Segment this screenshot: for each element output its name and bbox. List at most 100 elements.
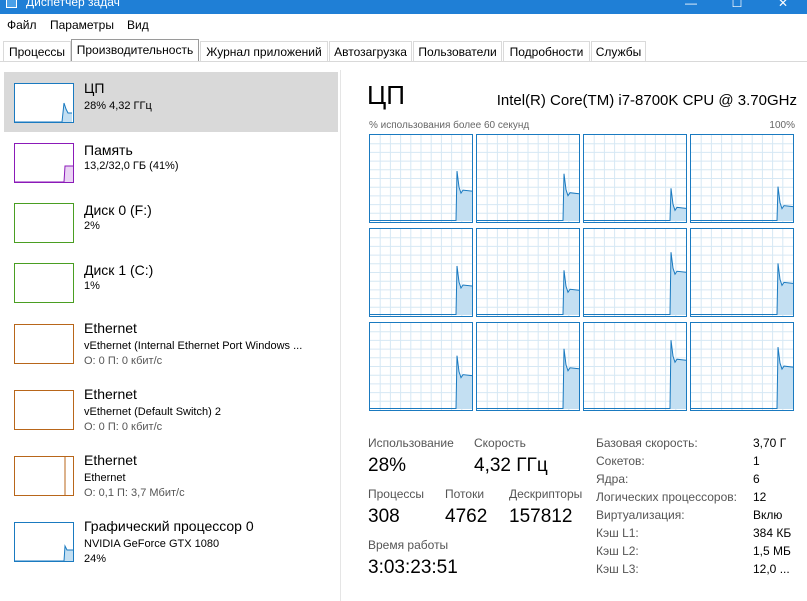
info-key-base-speed: Базовая скорость: bbox=[596, 436, 698, 450]
close-button[interactable]: ✕ bbox=[760, 0, 806, 10]
core-graph bbox=[583, 228, 687, 317]
resource-item-ethernet-2[interactable]: Ethernet vEthernet (Default Switch) 2 О:… bbox=[4, 380, 338, 442]
threads-label: Потоки bbox=[445, 487, 485, 501]
info-value-virtualization: Вклю bbox=[753, 508, 783, 522]
resource-item-memory[interactable]: Память 13,2/32,0 ГБ (41%) bbox=[4, 132, 338, 192]
resource-item-gpu[interactable]: Графический процессор 0 NVIDIA GeForce G… bbox=[4, 512, 338, 574]
info-key-l2-cache: Кэш L2: bbox=[596, 544, 639, 558]
resource-detail: Ethernet bbox=[84, 472, 126, 484]
minimize-button[interactable]: — bbox=[668, 0, 714, 10]
resource-item-cpu[interactable]: ЦП 28% 4,32 ГГц bbox=[4, 72, 338, 132]
resource-detail: 2% bbox=[84, 220, 100, 232]
resource-item-ethernet-1[interactable]: Ethernet vEthernet (Internal Ethernet Po… bbox=[4, 314, 338, 376]
info-key-l1-cache: Кэш L1: bbox=[596, 526, 639, 540]
window-title: Диспетчер задач bbox=[26, 0, 120, 9]
resource-name: Графический процессор 0 bbox=[84, 518, 254, 534]
menu-file[interactable]: Файл bbox=[7, 18, 37, 32]
resource-name: Ethernet bbox=[84, 386, 137, 402]
disk-graph-icon bbox=[14, 263, 74, 303]
title-bar: Диспетчер задач — ☐ ✕ bbox=[0, 0, 807, 14]
usage-label: Использование bbox=[368, 436, 454, 450]
menu-options[interactable]: Параметры bbox=[50, 18, 114, 32]
menu-view[interactable]: Вид bbox=[127, 18, 149, 32]
resource-throughput: О: 0,1 П: 3,7 Мбит/с bbox=[84, 487, 185, 499]
tab-performance[interactable]: Производительность bbox=[71, 39, 199, 61]
info-value-base-speed: 3,70 Г bbox=[753, 436, 787, 450]
speed-value: 4,32 ГГц bbox=[474, 455, 548, 476]
tab-bar: Процессы Производительность Журнал прило… bbox=[0, 38, 807, 62]
core-graph-grid bbox=[369, 134, 805, 412]
core-graph bbox=[690, 134, 794, 223]
tab-users[interactable]: Пользователи bbox=[413, 41, 502, 61]
tab-startup[interactable]: Автозагрузка bbox=[329, 41, 412, 61]
core-graph bbox=[583, 134, 687, 223]
maximize-button[interactable]: ☐ bbox=[714, 0, 760, 10]
processes-label: Процессы bbox=[368, 487, 425, 501]
handles-label: Дескрипторы bbox=[509, 487, 583, 501]
core-graph bbox=[369, 322, 473, 411]
cpu-detail-panel: ЦП Intel(R) Core(TM) i7-8700K CPU @ 3.70… bbox=[341, 62, 807, 601]
resource-item-disk-1[interactable]: Диск 1 (C:) 1% bbox=[4, 252, 338, 312]
core-graph bbox=[369, 228, 473, 317]
uptime-label: Время работы bbox=[368, 538, 449, 552]
info-key-virtualization: Виртуализация: bbox=[596, 508, 685, 522]
core-graph bbox=[690, 228, 794, 317]
menu-bar: Файл Параметры Вид bbox=[0, 14, 807, 38]
graph-caption: % использования более 60 секунд bbox=[369, 120, 530, 131]
tab-processes[interactable]: Процессы bbox=[3, 41, 71, 61]
resource-detail: NVIDIA GeForce GTX 1080 bbox=[84, 538, 220, 550]
info-key-l3-cache: Кэш L3: bbox=[596, 562, 639, 576]
resource-name: Ethernet bbox=[84, 452, 137, 468]
gpu-graph-icon bbox=[14, 522, 74, 562]
resource-throughput: О: 0 П: 0 кбит/с bbox=[84, 421, 163, 433]
info-key-logical-processors: Логических процессоров: bbox=[596, 490, 737, 504]
resource-list: ЦП 28% 4,32 ГГц Память 13,2/32,0 ГБ (41%… bbox=[0, 62, 340, 601]
tab-services[interactable]: Службы bbox=[591, 41, 646, 61]
tab-app-history[interactable]: Журнал приложений bbox=[200, 41, 328, 61]
resource-name: Память bbox=[84, 142, 133, 158]
info-value-sockets: 1 bbox=[753, 454, 760, 468]
info-key-sockets: Сокетов: bbox=[596, 454, 645, 468]
detail-title: ЦП bbox=[367, 80, 405, 110]
resource-detail: vEthernet (Internal Ethernet Port Window… bbox=[84, 340, 303, 352]
task-manager-icon bbox=[6, 0, 17, 8]
core-graph bbox=[476, 134, 580, 223]
info-value-l3-cache: 12,0 ... bbox=[753, 562, 790, 576]
info-value-cores: 6 bbox=[753, 472, 760, 486]
resource-name: Ethernet bbox=[84, 320, 137, 336]
resource-detail: 1% bbox=[84, 280, 100, 292]
resource-item-ethernet-3[interactable]: Ethernet Ethernet О: 0,1 П: 3,7 Мбит/с bbox=[4, 446, 338, 508]
cpu-graph-icon bbox=[14, 83, 74, 123]
usage-value: 28% bbox=[368, 455, 407, 476]
cpu-model: Intel(R) Core(TM) i7-8700K CPU @ 3.70GHz bbox=[496, 92, 797, 109]
graph-max-label: 100% bbox=[769, 120, 795, 131]
resource-detail: vEthernet (Default Switch) 2 bbox=[84, 406, 221, 418]
info-value-logical-processors: 12 bbox=[753, 490, 767, 504]
speed-label: Скорость bbox=[474, 436, 526, 450]
core-graph bbox=[583, 322, 687, 411]
info-value-l1-cache: 384 КБ bbox=[753, 526, 792, 540]
disk-graph-icon bbox=[14, 203, 74, 243]
ethernet-graph-icon bbox=[14, 456, 74, 496]
uptime-value: 3:03:23:51 bbox=[368, 557, 458, 578]
threads-value: 4762 bbox=[445, 506, 488, 527]
processes-value: 308 bbox=[368, 506, 400, 527]
resource-name: Диск 1 (C:) bbox=[84, 262, 154, 278]
info-value-l2-cache: 1,5 МБ bbox=[753, 544, 791, 558]
resource-name: Диск 0 (F:) bbox=[84, 202, 152, 218]
resource-name: ЦП bbox=[84, 80, 105, 96]
core-graph bbox=[476, 228, 580, 317]
resource-usage: 24% bbox=[84, 553, 107, 565]
core-graph bbox=[476, 322, 580, 411]
ethernet-graph-icon bbox=[14, 324, 74, 364]
core-graph bbox=[369, 134, 473, 223]
resource-detail: 28% 4,32 ГГц bbox=[84, 100, 152, 112]
handles-value: 157812 bbox=[509, 506, 573, 527]
tab-details[interactable]: Подробности bbox=[503, 41, 590, 61]
resource-item-disk-0[interactable]: Диск 0 (F:) 2% bbox=[4, 192, 338, 252]
core-graph bbox=[690, 322, 794, 411]
resource-throughput: О: 0 П: 0 кбит/с bbox=[84, 355, 163, 367]
info-key-cores: Ядра: bbox=[596, 472, 629, 486]
memory-graph-icon bbox=[14, 143, 74, 183]
resource-detail: 13,2/32,0 ГБ (41%) bbox=[84, 160, 179, 172]
